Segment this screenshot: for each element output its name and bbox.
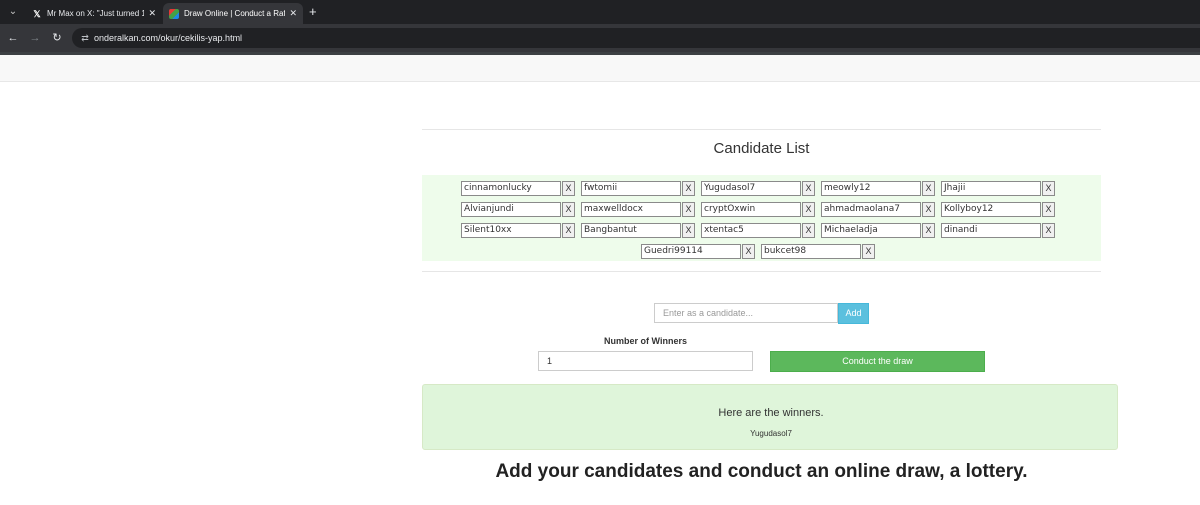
candidate-name-field[interactable]: Silent10xx — [461, 223, 561, 238]
winners-result-title: Here are the winners. — [718, 407, 824, 419]
number-of-winners-input[interactable] — [538, 351, 753, 371]
winners-result-panel: Here are the winners. Yugudasol7 — [422, 384, 1118, 450]
browser-toolbar: ← → ↻ ⇄ onderalkan.com/okur/cekilis-yap.… — [0, 24, 1200, 52]
new-tab-plus-icon[interactable]: + — [309, 5, 317, 19]
close-icon[interactable]: ✕ — [289, 8, 297, 19]
candidate-name-field[interactable]: Jhajii — [941, 181, 1041, 196]
close-icon[interactable]: ✕ — [148, 8, 156, 19]
browser-tab-x[interactable]: 𝕏 Mr Max on X: "Just turned 1400 ✕ — [26, 3, 162, 24]
candidate-name-field[interactable]: xtentac5 — [701, 223, 801, 238]
candidate-name-field[interactable]: Guedri99114 — [641, 244, 741, 259]
reload-icon[interactable]: ↻ — [50, 31, 64, 45]
remove-candidate-button[interactable]: X — [682, 202, 695, 217]
candidate-name-field[interactable]: Alvianjundi — [461, 202, 561, 217]
add-candidate-button[interactable]: Add — [838, 303, 869, 324]
site-navbar — [0, 55, 1200, 82]
forward-arrow-icon[interactable]: → — [28, 31, 42, 45]
remove-candidate-button[interactable]: X — [922, 223, 935, 238]
candidate-name-field[interactable]: dinandi — [941, 223, 1041, 238]
candidate-name-field[interactable]: meowly12 — [821, 181, 921, 196]
remove-candidate-button[interactable]: X — [562, 223, 575, 238]
candidate-list-heading: Candidate List — [713, 140, 810, 157]
remove-candidate-button[interactable]: X — [802, 181, 815, 196]
divider-bottom — [422, 271, 1101, 272]
remove-candidate-button[interactable]: X — [562, 202, 575, 217]
browser-tab-draw[interactable]: Draw Online | Conduct a Raffle ✕ — [163, 3, 303, 24]
x-logo-icon: 𝕏 — [33, 8, 41, 19]
remove-candidate-button[interactable]: X — [862, 244, 875, 259]
remove-candidate-button[interactable]: X — [922, 181, 935, 196]
candidate-name-field[interactable]: Yugudasol7 — [701, 181, 801, 196]
tab-title: Draw Online | Conduct a Raffle — [184, 9, 286, 18]
candidate-name-field[interactable]: ahmadmaolana7 — [821, 202, 921, 217]
candidate-name-field[interactable]: cryptOxwin — [701, 202, 801, 217]
remove-candidate-button[interactable]: X — [802, 202, 815, 217]
site-favicon-icon — [169, 8, 179, 19]
remove-candidate-button[interactable]: X — [1042, 223, 1055, 238]
browser-tabstrip: ⌄ 𝕏 Mr Max on X: "Just turned 1400 ✕ Dra… — [0, 0, 1200, 24]
conduct-draw-button[interactable]: Conduct the draw — [770, 351, 985, 372]
tab-search-chevron-icon[interactable]: ⌄ — [6, 5, 20, 19]
remove-candidate-button[interactable]: X — [682, 181, 695, 196]
remove-candidate-button[interactable]: X — [742, 244, 755, 259]
number-of-winners-label: Number of Winners — [604, 336, 687, 346]
remove-candidate-button[interactable]: X — [1042, 202, 1055, 217]
remove-candidate-button[interactable]: X — [1042, 181, 1055, 196]
divider-top — [422, 129, 1101, 130]
back-arrow-icon[interactable]: ← — [6, 31, 20, 45]
url-text[interactable]: onderalkan.com/okur/cekilis-yap.html — [94, 32, 242, 44]
candidate-name-field[interactable]: bukcet98 — [761, 244, 861, 259]
candidate-list-panel: cinnamonlucky X fwtomii X Yugudasol7 X m… — [422, 175, 1101, 261]
tab-title: Mr Max on X: "Just turned 1400 — [47, 9, 145, 18]
candidate-name-field[interactable]: Bangbantut — [581, 223, 681, 238]
address-bar[interactable]: ⇄ onderalkan.com/okur/cekilis-yap.html — [72, 28, 1200, 48]
page-tagline: Add your candidates and conduct an onlin… — [495, 461, 1028, 482]
remove-candidate-button[interactable]: X — [682, 223, 695, 238]
candidate-name-field[interactable]: fwtomii — [581, 181, 681, 196]
winner-name: Yugudasol7 — [750, 429, 792, 438]
candidate-name-field[interactable]: Kollyboy12 — [941, 202, 1041, 217]
candidate-name-field[interactable]: cinnamonlucky — [461, 181, 561, 196]
candidate-name-field[interactable]: Michaeladja — [821, 223, 921, 238]
candidate-name-field[interactable]: maxwelldocx — [581, 202, 681, 217]
remove-candidate-button[interactable]: X — [922, 202, 935, 217]
remove-candidate-button[interactable]: X — [562, 181, 575, 196]
site-settings-icon[interactable]: ⇄ — [78, 31, 92, 45]
remove-candidate-button[interactable]: X — [802, 223, 815, 238]
candidate-input[interactable] — [654, 303, 838, 323]
